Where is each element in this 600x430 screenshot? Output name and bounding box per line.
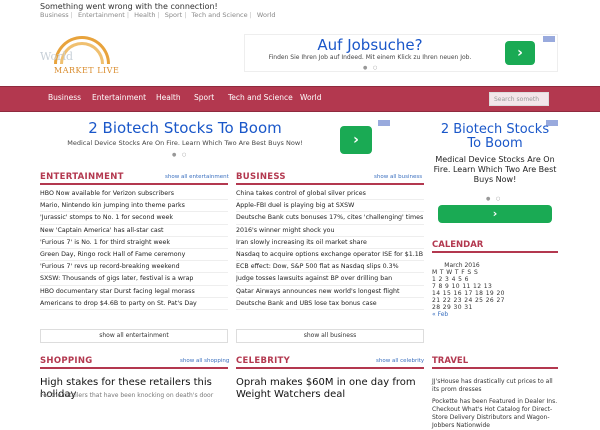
logo-word: World (40, 50, 73, 63)
section-divider (432, 367, 558, 369)
calendar-week[interactable]: 7 8 9 10 11 12 13 (432, 283, 492, 290)
entertainment-list: HBO Now available for Verizon subscriber… (40, 188, 228, 310)
list-item[interactable]: HBO Now available for Verizon subscriber… (40, 188, 228, 201)
search-input[interactable]: Search someth (489, 92, 549, 106)
list-item[interactable]: Apple-FBI duel is playing big at SXSW (236, 200, 424, 213)
ad-title: 2 Biotech Stocks To Boom (88, 119, 282, 137)
section-divider (40, 367, 228, 369)
section-divider (40, 183, 228, 185)
list-item[interactable]: Judge tosses lawsuits against BP over dr… (236, 273, 424, 286)
logo-subtitle: MARKET LIVE (54, 66, 120, 75)
list-item[interactable]: 2016's winner might shock you (236, 225, 424, 237)
show-all-entertainment-button[interactable]: show all entertainment (40, 329, 228, 343)
top-banner-ad[interactable]: Auf Jobsuche? Finden Sie Ihren Job auf I… (244, 34, 558, 72)
section-title-shopping: SHOPPING (40, 356, 93, 366)
travel-item[interactable]: Pockette has been Featured in Dealer Ins… (432, 398, 558, 430)
list-item[interactable]: Nasdaq to acquire options exchange opera… (236, 249, 424, 262)
nav-entertainment[interactable]: Entertainment (92, 93, 146, 102)
ad-title: 2 Biotech Stocks To Boom (440, 122, 550, 151)
nav-world[interactable]: World (300, 93, 322, 102)
section-divider (236, 367, 424, 369)
travel-item[interactable]: JJ'sHouse has drastically cut prices to … (432, 378, 558, 394)
top-bar: Something went wrong with the connection… (0, 0, 600, 22)
ad-arrow-button[interactable]: › (505, 41, 535, 65)
list-item[interactable]: 'Furious 7' revs up record-breaking week… (40, 261, 228, 274)
top-nav-sport[interactable]: Sport (165, 11, 182, 19)
calendar-week[interactable]: 1 2 3 4 5 6 (432, 276, 492, 283)
adchoices-icon[interactable] (543, 36, 555, 42)
top-nav-business[interactable]: Business (40, 11, 69, 19)
calendar-title: CALENDAR (432, 240, 484, 250)
list-item[interactable]: Deutsche Bank and UBS lose tax bonus cas… (236, 298, 424, 310)
calendar-widget: March 2016 M T W T F S S 1 2 3 4 5 6 7 8… (432, 262, 504, 318)
show-all-business-button[interactable]: show all business (236, 329, 424, 343)
list-item[interactable]: Iran slowly increasing its oil market sh… (236, 237, 424, 249)
ad-title: Auf Jobsuche? (317, 36, 423, 54)
top-nav-entertainment[interactable]: Entertainment (78, 11, 125, 19)
sidebar-ad[interactable]: 2 Biotech Stocks To Boom Medical Device … (432, 119, 558, 229)
ad-description: Finden Sie Ihren Job auf Indeed. Mit ein… (268, 54, 472, 61)
list-item[interactable]: Mario, Nintendo kin jumping into theme p… (40, 200, 228, 213)
nav-tech-and-science[interactable]: Tech and Science (228, 93, 293, 102)
calendar-prev-link[interactable]: « Feb (432, 311, 492, 318)
top-nav-tech[interactable]: Tech and Science (192, 11, 248, 19)
ad-pager-dots[interactable]: ● ○ (172, 152, 188, 158)
section-title-entertainment: ENTERTAINMENT (40, 172, 124, 182)
show-all-entertainment-link[interactable]: show all entertainment (165, 174, 229, 180)
nav-health[interactable]: Health (156, 93, 181, 102)
show-all-celebrity-link[interactable]: show all celebrity (376, 358, 424, 364)
section-title-celebrity: CELEBRITY (236, 356, 291, 366)
ad-pager-dots[interactable]: ● ○ (363, 65, 379, 71)
calendar-weekdays: M T W T F S S (432, 269, 479, 276)
calendar-week[interactable]: 28 29 30 31 (432, 304, 492, 311)
list-item[interactable]: Qatar Airways announces new world's long… (236, 286, 424, 298)
celebrity-headline[interactable]: Oprah makes $60M in one day from Weight … (236, 377, 424, 401)
list-item[interactable]: New 'Captain America' has all-star cast (40, 225, 228, 237)
section-divider (432, 251, 558, 253)
ad-arrow-button[interactable]: › (340, 126, 372, 154)
adchoices-icon[interactable] (378, 120, 390, 126)
top-nav-world[interactable]: World (257, 11, 276, 19)
main-nav: Business Entertainment Health Sport Tech… (0, 86, 600, 112)
ad-pager-dots[interactable]: ● ○ (486, 196, 502, 202)
list-item[interactable]: China takes control of global silver pri… (236, 188, 424, 201)
list-item[interactable]: HBO documentary star Durst facing legal … (40, 286, 228, 298)
content-banner-ad[interactable]: 2 Biotech Stocks To Boom Medical Device … (40, 119, 390, 161)
connection-error-message: Something went wrong with the connection… (40, 2, 218, 11)
section-divider (236, 183, 424, 185)
list-item[interactable]: 'Jurassic' stomps to No. 1 for second we… (40, 212, 228, 225)
ad-arrow-button[interactable]: › (438, 205, 552, 223)
list-item[interactable]: 'Furious 7' is No. 1 for third straight … (40, 237, 228, 249)
travel-list: JJ'sHouse has drastically cut prices to … (432, 378, 558, 430)
top-nav-health[interactable]: Health (134, 11, 155, 19)
list-item[interactable]: Americans to drop $4.6B to party on St. … (40, 298, 228, 310)
calendar-week[interactable]: 21 22 23 24 25 26 27 (432, 297, 504, 304)
calendar-month: March 2016 (444, 262, 480, 269)
list-item[interactable]: Deutsche Bank cuts bonuses 17%, cites 'c… (236, 212, 424, 225)
ad-description: Medical Device Stocks Are On Fire. Learn… (433, 155, 557, 184)
list-item[interactable]: Green Day, Ringo rock Hall of Fame cerem… (40, 249, 228, 262)
business-list: China takes control of global silver pri… (236, 188, 424, 310)
show-all-business-link[interactable]: show all business (374, 174, 422, 180)
top-nav: Business | Entertainment | Health | Sport | … (40, 11, 276, 19)
travel-title: TRAVEL (432, 356, 469, 366)
nav-business[interactable]: Business (48, 93, 81, 102)
calendar-week[interactable]: 14 15 16 17 18 19 20 (432, 290, 504, 297)
list-item[interactable]: ECB effect: Dow, S&P 500 flat as Nasdaq … (236, 261, 424, 274)
ad-description: Medical Device Stocks Are On Fire. Learn… (67, 139, 303, 147)
nav-sport[interactable]: Sport (194, 93, 214, 102)
site-logo[interactable]: World MARKET LIVE (40, 36, 124, 86)
list-item[interactable]: SXSW: Thousands of gigs later, festival … (40, 273, 228, 286)
shopping-summary: For the retailers that have been knockin… (40, 392, 214, 399)
show-all-shopping-link[interactable]: show all shopping (180, 358, 229, 364)
section-title-business: BUSINESS (236, 172, 286, 182)
